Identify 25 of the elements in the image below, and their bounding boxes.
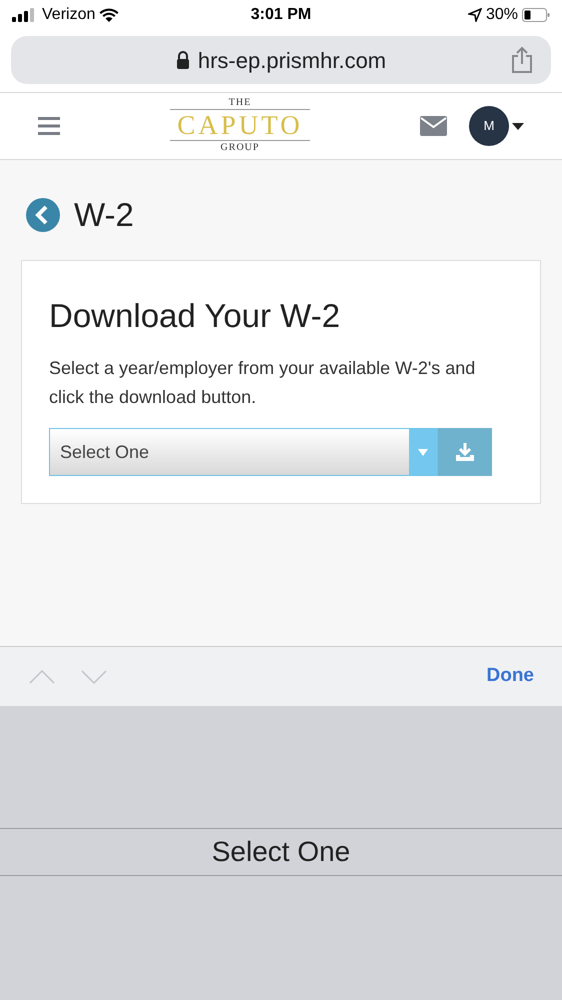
lock-icon xyxy=(176,51,190,69)
avatar[interactable]: M xyxy=(469,106,509,146)
done-button[interactable]: Done xyxy=(486,662,534,691)
clock-time: 3:01 PM xyxy=(250,5,312,25)
back-icon[interactable] xyxy=(26,198,60,232)
battery-percentage: 30% xyxy=(486,5,518,25)
address-bar[interactable]: hrs-ep.prismhr.com xyxy=(11,36,551,84)
page-title: W-2 xyxy=(74,195,134,235)
card-title: Download Your W-2 xyxy=(49,296,342,336)
caret-icon[interactable] xyxy=(512,122,524,130)
picker-option[interactable]: Select One xyxy=(0,828,562,876)
location-arrow-icon xyxy=(468,8,482,22)
year-select[interactable]: Select One xyxy=(49,428,438,476)
menu-icon[interactable] xyxy=(38,116,60,136)
url-text: hrs-ep.prismhr.com xyxy=(198,46,386,75)
share-icon[interactable] xyxy=(511,46,533,74)
download-button[interactable] xyxy=(438,428,492,476)
card-description: Select a year/employer from your available W-2's and click the download button. xyxy=(49,357,476,409)
company-logo: THE CAPUTO GROUP xyxy=(170,97,310,155)
wifi-icon xyxy=(99,8,120,22)
download-icon xyxy=(455,442,475,462)
carrier-name: Verizon xyxy=(42,5,96,25)
battery-icon xyxy=(522,8,550,22)
mail-icon[interactable] xyxy=(420,116,447,136)
dropdown-arrow-icon xyxy=(418,448,428,456)
